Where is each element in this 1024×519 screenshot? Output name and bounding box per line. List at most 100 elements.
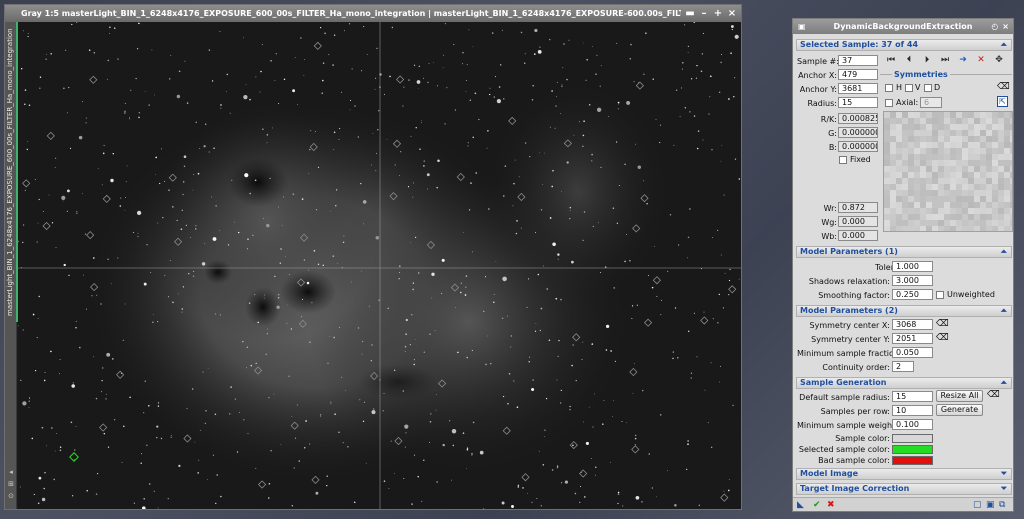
symmetry-v-label: V [915,83,921,92]
selected-sample-color-label: Selected sample color: [798,445,890,454]
show-symmetries-icon[interactable]: ⇱ [997,96,1008,107]
model-parameters-2-header[interactable]: Model Parameters (2) ⏶ [796,305,1012,317]
symmetry-center-y-label: Symmetry center Y: [811,335,890,344]
anchor-x-label: Anchor X: [798,71,837,80]
dbe-titlebar[interactable]: ▣ DynamicBackgroundExtraction ◴ × [793,19,1013,34]
g-label: G: [828,129,837,138]
cancel-icon[interactable]: ✖ [827,499,835,511]
generate-button[interactable]: Generate [936,404,983,416]
dbe-shade-icon[interactable]: ◴ [991,19,998,34]
sample-number-label: Sample #: [797,57,839,66]
radius-label: Radius: [807,99,837,108]
continuity-order-spinbox[interactable]: 2 [892,361,914,372]
anchor-y-field[interactable]: 3681 [838,83,878,94]
target-image-correction-header[interactable]: Target Image Correction ⏷ [796,483,1012,495]
image-window-sidebar: masterLight_BIN_1_6248x4176_EXPOSURE_600… [5,22,18,509]
image-canvas[interactable] [18,22,741,509]
image-window[interactable]: Gray 1:5 masterLight_BIN_1_6248x4176_EXP… [4,4,742,510]
fixed-label: Fixed [850,155,871,164]
collapse-icon[interactable]: ⏶ [1001,378,1007,388]
reset-center-x-icon[interactable]: ⌫ [936,319,949,330]
reset-icon[interactable]: ⧉ [999,499,1005,511]
image-identifier-tab[interactable]: masterLight_BIN_1_6248x4176_EXPOSURE_600… [6,26,16,316]
continuity-order-label: Continuity order: [822,363,890,372]
symmetry-v-checkbox[interactable] [905,84,913,92]
last-sample-icon[interactable]: ⏭ [939,55,951,66]
symmetries-label: Symmetries [892,69,950,80]
fixed-checkbox[interactable] [839,156,847,164]
browse-docs-icon[interactable]: ▢ [973,499,982,511]
min-sample-fraction-field[interactable]: 0.050 [892,347,933,358]
default-sample-radius-field[interactable]: 15 [892,391,933,402]
symmetry-d-checkbox[interactable] [924,84,932,92]
unweighted-label: Unweighted [947,290,995,299]
anchor-x-field[interactable]: 479 [838,69,878,80]
collapse-icon[interactable]: ⏶ [1001,306,1007,316]
symmetry-h-checkbox[interactable] [885,84,893,92]
sample-number-field[interactable]: 37 [838,55,878,66]
wg-value: 0.000 [838,216,878,227]
mask-icon[interactable]: ⊙ [7,492,15,500]
symmetry-center-x-field[interactable]: 3068 [892,319,933,330]
zoom-icon[interactable]: ◂ [7,468,15,476]
bad-sample-color-swatch[interactable] [892,456,933,465]
link-icon[interactable]: ⊞ [7,480,15,488]
delete-sample-icon[interactable]: ✕ [975,55,987,66]
lock-icon[interactable]: ▣ [798,19,806,34]
dbe-panel[interactable]: ▣ DynamicBackgroundExtraction ◴ × Select… [792,18,1014,512]
track-view-icon[interactable]: ▣ [986,499,995,511]
reset-center-y-icon[interactable]: ⌫ [936,333,949,344]
dbe-close-icon[interactable]: × [1002,19,1009,34]
wr-value: 0.872 [838,202,878,213]
samples-per-row-field[interactable]: 10 [892,405,933,416]
go-to-sample-icon[interactable]: ➜ [957,55,969,66]
collapse-icon[interactable]: ⏶ [1001,40,1007,50]
reset-radius-icon[interactable]: ⌫ [987,390,1000,401]
unweighted-checkbox[interactable] [936,291,944,299]
symmetry-d-label: D [934,83,941,92]
min-sample-weight-field[interactable]: 0.100 [892,419,933,430]
minimize-button[interactable]: – [699,5,709,22]
first-sample-icon[interactable]: ⏮ [885,55,897,66]
maximize-button[interactable]: + [713,5,723,22]
sample-preview [883,111,1013,232]
resize-all-button[interactable]: Resize All [936,390,983,402]
shadows-relaxation-field[interactable]: 3.000 [892,275,933,286]
axial-spinbox[interactable]: 6 [920,97,942,108]
wb-label: Wb: [821,232,837,241]
selected-sample-color-swatch[interactable] [892,445,933,454]
tolerance-field[interactable]: 1.000 [892,261,933,272]
expand-icon[interactable]: ⏷ [1001,484,1007,494]
collapse-icon[interactable]: ⏶ [1001,247,1007,257]
apply-icon[interactable]: ✔ [813,499,821,511]
next-sample-icon[interactable]: ⏵ [921,55,933,66]
model-image-header[interactable]: Model Image ⏷ [796,468,1012,480]
wr-label: Wr: [823,204,837,213]
radius-field[interactable]: 15 [838,97,878,108]
axial-checkbox[interactable] [885,99,893,107]
dbe-title: DynamicBackgroundExtraction [833,22,973,31]
new-instance-icon[interactable]: ◣ [797,499,804,511]
wb-value: 0.000 [838,230,878,241]
model-parameters-1-header[interactable]: Model Parameters (1) ⏶ [796,246,1012,258]
sample-generation-header[interactable]: Sample Generation ⏶ [796,377,1012,389]
crosshair-icon[interactable]: ✥ [993,55,1005,66]
shadows-relaxation-label: Shadows relaxation: [808,277,890,286]
image-window-titlebar[interactable]: Gray 1:5 masterLight_BIN_1_6248x4176_EXP… [5,5,741,22]
clear-symmetry-icon[interactable]: ⌫ [997,82,1010,93]
b-label: B: [828,143,837,152]
selected-sample-header[interactable]: Selected Sample: 37 of 44 ⏶ [796,39,1012,51]
smoothing-factor-field[interactable]: 0.250 [892,289,933,300]
axial-label: Axial: [896,98,919,107]
sample-color-swatch[interactable] [892,434,933,443]
previous-sample-icon[interactable]: ⏴ [903,55,915,66]
symmetry-h-label: H [896,83,903,92]
default-sample-radius-label: Default sample radius: [799,393,890,402]
symmetry-center-y-field[interactable]: 2051 [892,333,933,344]
shade-button[interactable]: ▬ [685,5,695,22]
min-sample-weight-label: Minimum sample weight: [797,421,898,430]
anchor-y-label: Anchor Y: [799,85,837,94]
expand-icon[interactable]: ⏷ [1001,469,1007,479]
nebula-image[interactable] [18,22,741,509]
close-button[interactable]: × [727,5,737,22]
